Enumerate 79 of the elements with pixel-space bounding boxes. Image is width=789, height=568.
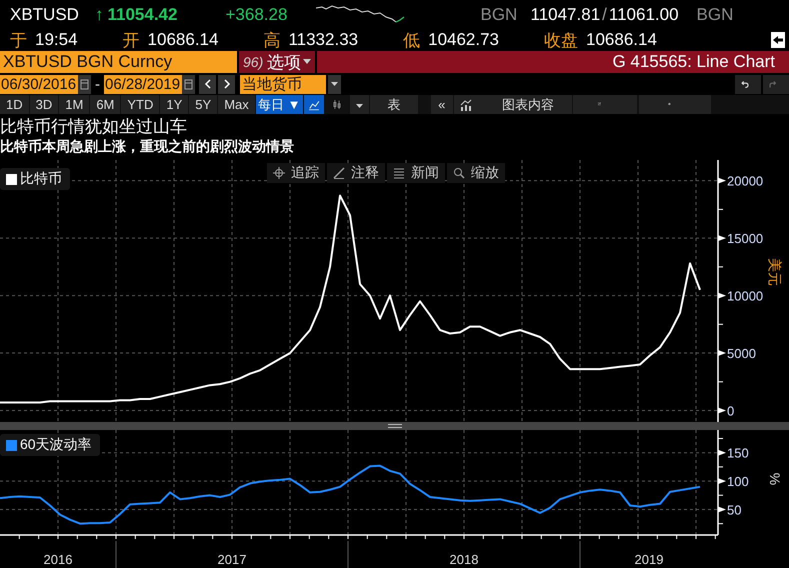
currency-dropdown[interactable]: 当地货币 — [240, 75, 326, 94]
last-price: 11054.42 — [108, 5, 178, 25]
year-label: 2017 — [218, 552, 246, 567]
axis-label: 10000 — [727, 288, 764, 304]
stat-value: 10462.73 — [428, 30, 500, 50]
axis-label: 15000 — [727, 231, 764, 246]
caret-icon — [356, 104, 363, 109]
collapse-button[interactable]: « — [430, 95, 453, 114]
document-icon[interactable] — [771, 32, 785, 48]
period-button[interactable]: 5Y — [189, 95, 218, 114]
chart-subheadline: 比特币本周急剧上涨，重现之前的剧烈波动情景 — [0, 137, 295, 155]
frequency-dropdown[interactable]: 每日 ▼ — [256, 95, 303, 114]
undo-icon[interactable] — [735, 75, 761, 94]
period-button[interactable]: 1Y — [160, 95, 188, 114]
chart-headline: 比特币行情犹如坐过山车 — [0, 117, 188, 137]
end-date-field[interactable]: 06/28/2019 — [104, 75, 182, 94]
pencil-icon — [333, 167, 345, 179]
chart-content-button[interactable]: 图表内容 — [454, 95, 572, 114]
stat-label: 收盘 — [544, 30, 578, 52]
axis-label: 150 — [727, 446, 749, 461]
period-button[interactable]: Max — [218, 95, 255, 114]
period-button[interactable]: 1M — [59, 95, 90, 114]
unit-label: 美元 — [767, 258, 783, 286]
stat-label: 低 — [403, 30, 420, 52]
date-dash: - — [95, 76, 100, 93]
options-menu-button[interactable]: 96) 选项 — [239, 51, 315, 73]
chart-tool-button[interactable]: 缩放 — [447, 163, 505, 183]
period-button[interactable]: 1D — [0, 95, 29, 114]
period-button[interactable]: 3D — [30, 95, 58, 114]
axis-label: 100 — [727, 474, 749, 490]
year-label: 2018 — [450, 552, 478, 567]
chevron-right-icon — [222, 79, 230, 89]
previous-button[interactable] — [199, 75, 216, 94]
chart-tool-button[interactable]: 注释 — [327, 163, 385, 183]
ask-price: 11061.00 — [608, 5, 679, 25]
axis-label: 50 — [727, 502, 742, 518]
price-change: +368.28 — [226, 5, 288, 25]
axis-label: 5000 — [727, 346, 756, 362]
next-button[interactable] — [218, 75, 235, 94]
axis-label: 0 — [727, 404, 734, 418]
trend-arrow: ↑ — [95, 5, 104, 25]
crosshair-icon — [273, 167, 285, 179]
bar-chart-icon — [460, 98, 472, 110]
table-button[interactable]: 表 — [370, 95, 418, 114]
stat-label: 高 — [263, 30, 280, 52]
year-label: 2016 — [44, 552, 72, 567]
search-icon — [453, 167, 465, 179]
legend-label: 比特币 — [20, 170, 62, 188]
source-label: BGN — [696, 5, 734, 25]
chart-tool-button[interactable]: 新闻 — [387, 163, 445, 183]
caret-icon — [303, 59, 311, 65]
stat-value: 10686.14 — [148, 30, 218, 50]
function-title: G 415565: Line Chart — [317, 51, 789, 73]
chevron-left-icon — [204, 79, 212, 89]
list-icon — [393, 167, 405, 179]
stat-label: 开 — [122, 30, 140, 52]
stat-value: 11332.33 — [288, 30, 358, 50]
chart-tool-button[interactable]: 追踪 — [267, 163, 325, 183]
source-label: BGN — [480, 5, 518, 25]
line-chart-icon[interactable] — [304, 95, 324, 114]
period-button[interactable]: 6M — [90, 95, 120, 114]
period-button[interactable]: YTD — [121, 95, 160, 114]
year-label: 2019 — [634, 552, 664, 567]
drag-handle-icon[interactable] — [388, 424, 402, 428]
start-date-field[interactable]: 06/30/2016 — [0, 75, 78, 94]
caret-icon — [331, 82, 338, 87]
more-menu-button[interactable] — [350, 95, 369, 114]
bid-price: 11047.81 — [530, 5, 600, 25]
legend-label: 60天波动率 — [20, 436, 92, 454]
unit-label: % — [767, 472, 783, 486]
stat-label: 于 — [10, 30, 27, 52]
security-field[interactable]: XBTUSD BGN Curncy — [0, 51, 237, 73]
separator-slash: / — [602, 5, 607, 25]
stat-value: 19:54 — [35, 30, 78, 50]
calendar-icon[interactable] — [182, 75, 195, 94]
ticker-symbol: XBTUSD — [10, 5, 80, 25]
axis-label: 20000 — [727, 174, 764, 189]
stat-value: 10686.14 — [586, 30, 657, 50]
calendar-icon[interactable] — [78, 75, 91, 94]
